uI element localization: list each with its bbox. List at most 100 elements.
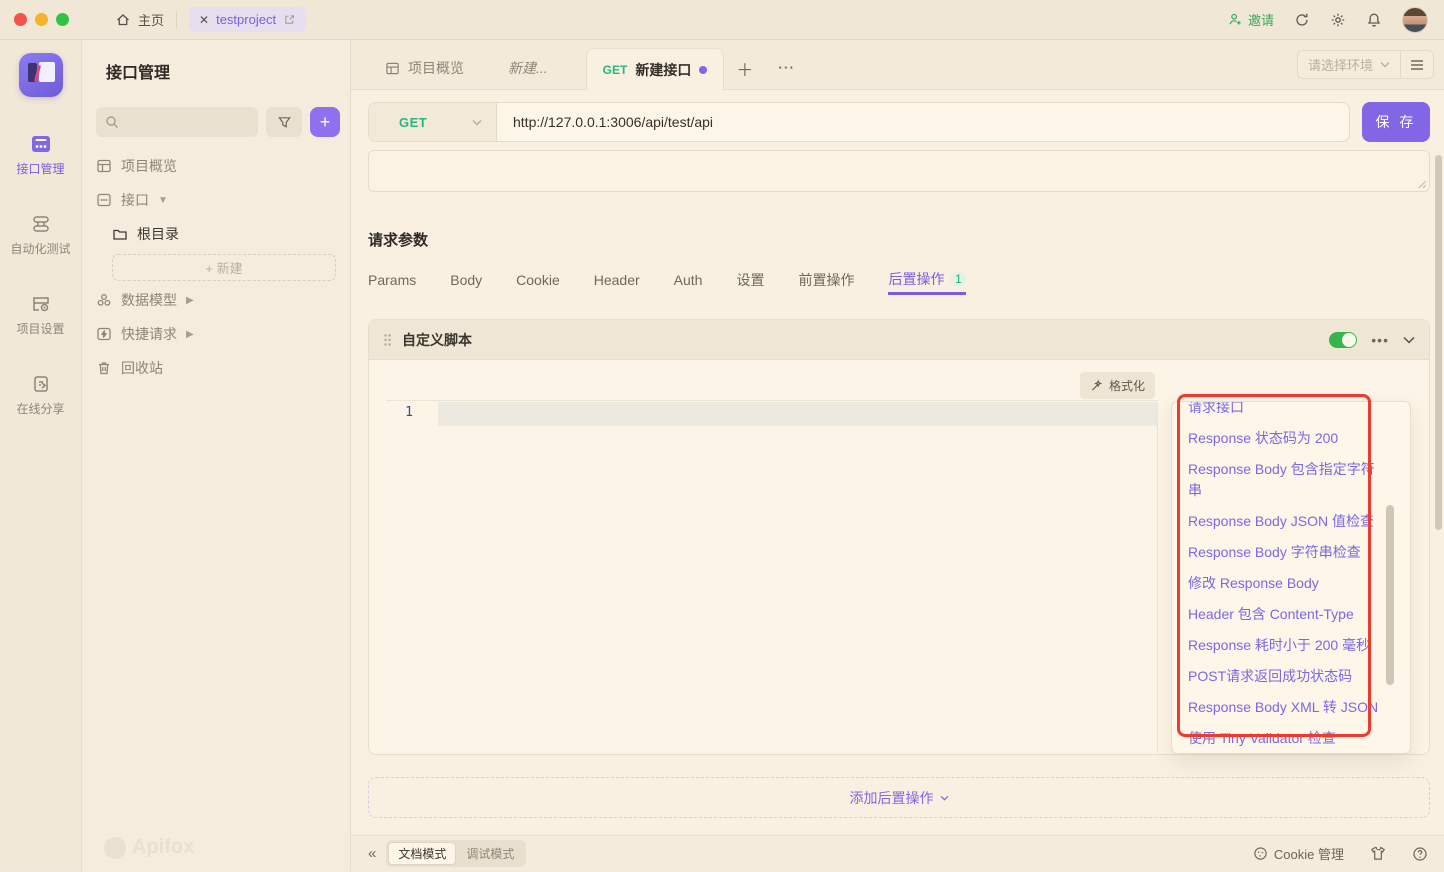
url-input[interactable] [497, 114, 1349, 130]
bottom-bar: « 文档模式 调试模式 Cookie 管理 [351, 835, 1444, 871]
new-api-button[interactable]: + 新建 [112, 254, 336, 281]
format-button[interactable]: 格式化 [1079, 372, 1155, 399]
chevron-right-icon[interactable]: ▶ [186, 295, 194, 306]
snippet-item[interactable]: Header 包含 Content-Type [1188, 599, 1381, 630]
method-select[interactable]: GET [369, 103, 497, 141]
doc-mode-button[interactable]: 文档模式 [388, 842, 457, 865]
editor-right-divider [1157, 400, 1158, 755]
mode-switcher: 文档模式 调试模式 [386, 840, 527, 867]
debug-mode-button[interactable]: 调试模式 [456, 842, 524, 865]
tab-settings[interactable]: 设置 [736, 265, 764, 295]
snippet-item[interactable]: POST请求返回成功状态码 [1188, 661, 1381, 692]
snippet-scrollbar-thumb[interactable] [1386, 505, 1394, 685]
request-param-tabs: Params Body Cookie Header Auth 设置 前置操作 后… [368, 265, 1430, 295]
titlebar-actions: 邀请 [1228, 6, 1428, 33]
tab-header[interactable]: Header [594, 265, 640, 295]
avatar[interactable] [1402, 6, 1428, 33]
tshirt-icon[interactable] [1370, 846, 1386, 861]
custom-script-card: 自定义脚本 ••• 格式化 1 请求接口 Response 状态码为 200 R… [368, 319, 1430, 755]
tab-params[interactable]: Params [368, 265, 416, 295]
tree-item-project-overview[interactable]: 项目概览 [82, 149, 350, 183]
rail-item-online-share[interactable]: 在线分享 [5, 373, 77, 417]
search-icon [105, 115, 119, 129]
snippet-item[interactable]: Response 耗时小于 200 毫秒 [1188, 630, 1381, 661]
tab-cookie[interactable]: Cookie [516, 265, 560, 295]
snippet-list: 请求接口 Response 状态码为 200 Response Body 包含指定… [1172, 402, 1410, 753]
project-tab[interactable]: ✕ testproject [189, 7, 307, 32]
script-more-button[interactable]: ••• [1371, 332, 1389, 348]
description-textarea[interactable] [368, 150, 1430, 192]
automated-testing-icon [30, 213, 52, 235]
snippet-item[interactable]: Response Body 字符串检查 [1188, 537, 1381, 568]
collapse-sidebar-icon[interactable]: « [368, 845, 376, 862]
chevron-right-icon[interactable]: ▶ [186, 329, 194, 340]
snippet-item[interactable]: Response Body JSON 值检查 [1188, 506, 1381, 537]
minimize-window-button[interactable] [35, 13, 48, 26]
drag-handle-icon[interactable] [383, 333, 392, 347]
app-logo [18, 53, 63, 97]
bell-icon[interactable] [1366, 12, 1382, 28]
new-tab-button[interactable]: ＋ [724, 47, 765, 89]
save-button[interactable]: 保 存 [1362, 102, 1430, 142]
project-tab-label: testproject [216, 12, 277, 27]
tab-pre-actions[interactable]: 前置操作 [798, 265, 854, 295]
snippet-item[interactable]: 使用 Tiny Validator 检查 [1188, 723, 1381, 753]
cookie-manager-button[interactable]: Cookie 管理 [1253, 844, 1344, 863]
overview-icon [385, 61, 400, 76]
close-window-button[interactable] [14, 13, 27, 26]
tree-item-quick-request[interactable]: 快捷请求 ▶ [82, 317, 350, 351]
snippet-item[interactable]: Response Body XML 转 JSON [1188, 692, 1381, 723]
rail-item-automated-testing[interactable]: 自动化测试 [5, 213, 77, 257]
bottom-bar-right: Cookie 管理 [1253, 844, 1428, 863]
environment-select[interactable]: 请选择环境 [1298, 51, 1401, 78]
tree-item-data-model[interactable]: 数据模型 ▶ [82, 283, 350, 317]
script-enabled-toggle[interactable] [1329, 331, 1358, 348]
invite-button[interactable]: 邀请 [1228, 10, 1274, 29]
chevron-down-icon [472, 119, 482, 125]
filter-button[interactable] [266, 107, 302, 137]
overview-icon [96, 158, 112, 174]
titlebar: 主页 ✕ testproject 邀请 [0, 0, 1444, 40]
resize-handle-icon [1418, 180, 1427, 189]
script-editor-body: 格式化 1 请求接口 Response 状态码为 200 Response Bod… [369, 360, 1429, 755]
tree-item-recycle-bin[interactable]: 回收站 [82, 351, 350, 385]
trash-icon [96, 360, 112, 376]
help-icon[interactable] [1412, 846, 1428, 862]
rail-item-project-settings[interactable]: 项目设置 [5, 293, 77, 337]
collapse-chevron-icon[interactable] [1403, 336, 1415, 344]
tab-body[interactable]: Body [450, 265, 482, 295]
external-link-icon[interactable] [283, 13, 296, 26]
snippet-item[interactable]: Response Body 包含指定字符串 [1188, 454, 1381, 506]
chevron-down-icon[interactable]: ▼ [158, 195, 168, 206]
search-input[interactable] [96, 107, 258, 137]
snippet-item[interactable]: 修改 Response Body [1188, 568, 1381, 599]
tab-new-api-active[interactable]: GET 新建接口 [585, 48, 725, 90]
gear-icon[interactable] [1330, 12, 1346, 28]
editor-current-line[interactable] [438, 402, 1157, 426]
add-button[interactable]: + [310, 107, 340, 137]
refresh-icon[interactable] [1294, 12, 1310, 28]
tab-auth[interactable]: Auth [674, 265, 703, 295]
tab-more-button[interactable]: ⋯ [765, 47, 806, 89]
quick-request-icon [96, 326, 112, 342]
home-button[interactable]: 主页 [115, 10, 164, 29]
tree-item-api[interactable]: 接口 ▼ [82, 183, 350, 217]
zoom-window-button[interactable] [56, 13, 69, 26]
page-scrollbar-thumb[interactable] [1435, 155, 1442, 530]
rail-item-label: 在线分享 [16, 402, 65, 416]
add-post-action-button[interactable]: 添加后置操作 [368, 777, 1430, 818]
rail-item-label: 项目设置 [16, 322, 65, 336]
tab-project-overview[interactable]: 项目概览 [369, 47, 480, 89]
snippet-item-clipped[interactable]: 请求接口 [1188, 402, 1381, 423]
rail-item-api-management[interactable]: 接口管理 [5, 133, 77, 177]
environment-menu-button[interactable] [1401, 59, 1433, 71]
tab-post-actions[interactable]: 后置操作 1 [888, 265, 967, 295]
folder-icon [112, 226, 128, 242]
tree-item-root-folder[interactable]: 根目录 [82, 217, 350, 251]
method-badge: GET [602, 62, 628, 77]
app-window: 主页 ✕ testproject 邀请 接口管理 自动化测试 项目设置 在线分享… [0, 0, 1444, 872]
snippet-item[interactable]: Response 状态码为 200 [1188, 423, 1381, 454]
url-bar: GET [368, 102, 1350, 142]
tab-new-draft[interactable]: 新建... [492, 47, 564, 89]
close-tab-icon[interactable]: ✕ [199, 13, 209, 27]
